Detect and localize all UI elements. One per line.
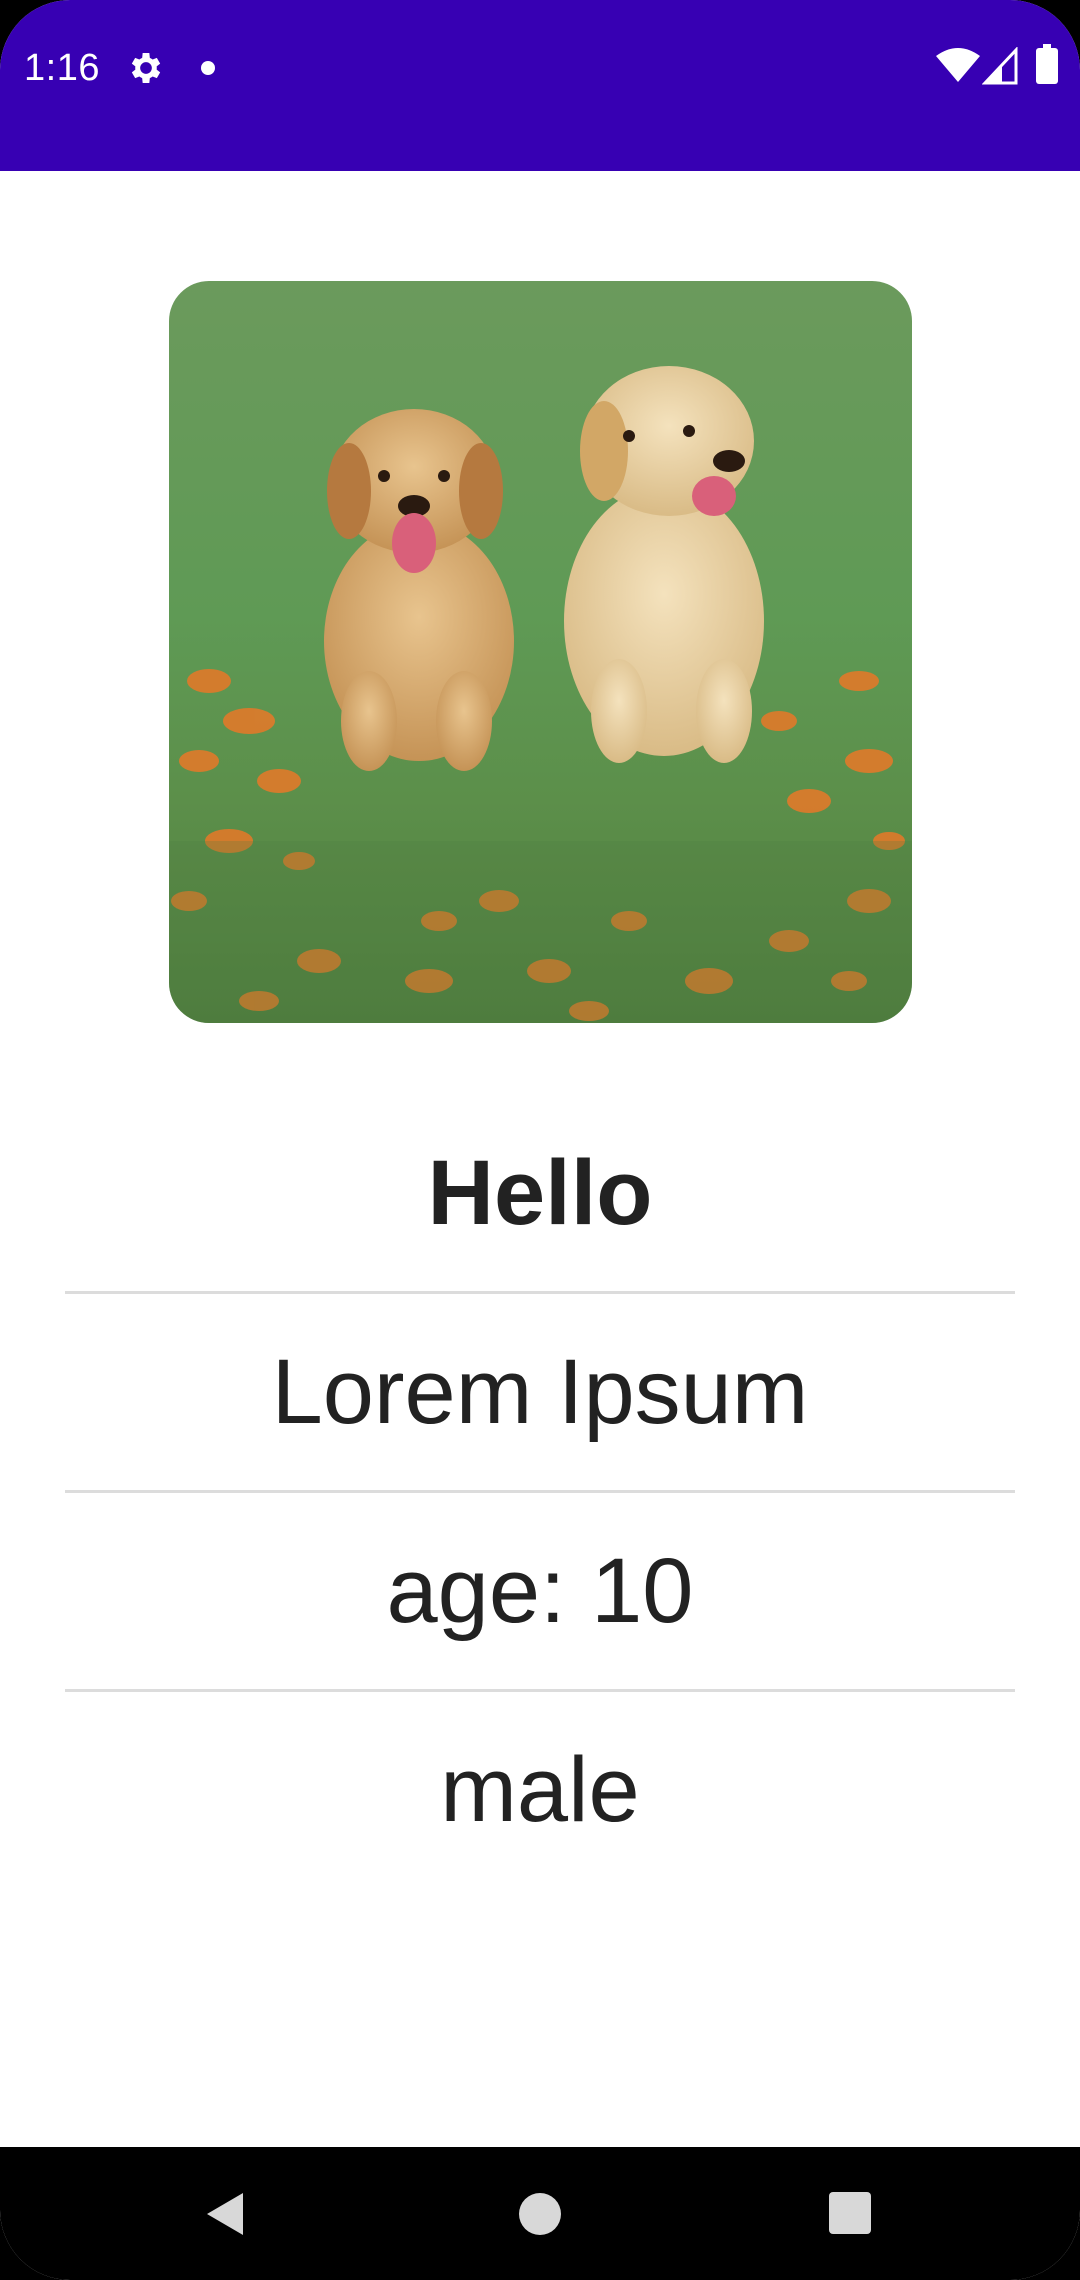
notification-dot-icon <box>201 61 215 75</box>
recents-icon[interactable] <box>829 2192 871 2234</box>
back-icon[interactable] <box>203 2191 247 2237</box>
age-text: age: 10 <box>386 1539 694 1642</box>
navigation-bar <box>0 2147 1080 2280</box>
wifi-icon <box>936 48 980 82</box>
pet-photo <box>169 281 912 1023</box>
status-bar: 1:16 <box>0 0 1080 171</box>
gear-icon <box>131 53 161 83</box>
info-list: Hello Lorem Ipsum age: 10 male <box>65 1095 1015 1888</box>
gender-text: male <box>440 1738 640 1841</box>
name-text: Lorem Ipsum <box>271 1340 809 1443</box>
puppies-photo <box>169 281 912 1023</box>
cell-signal-icon <box>982 47 1018 85</box>
greeting-text: Hello <box>427 1141 653 1244</box>
battery-icon <box>1036 44 1058 84</box>
status-time: 1:16 <box>24 47 100 89</box>
app-screen: 1:16 Hello Lorem Ipsum age: 10 male <box>0 0 1080 2280</box>
home-icon[interactable] <box>519 2193 561 2235</box>
